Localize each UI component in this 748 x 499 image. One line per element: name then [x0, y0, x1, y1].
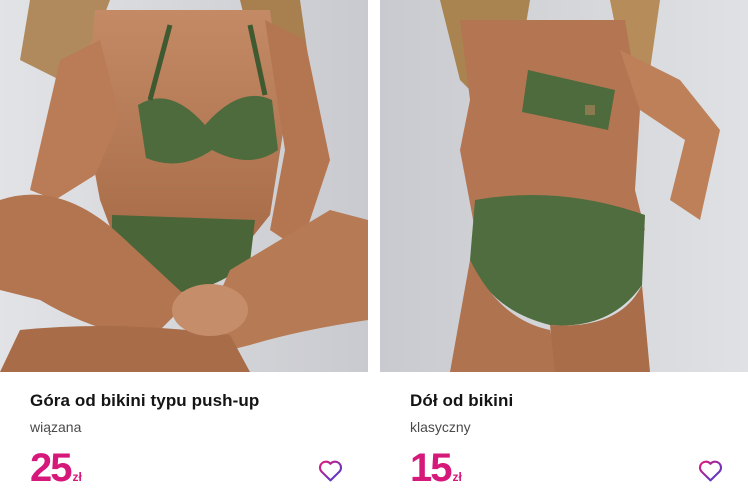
- product-subtitle: wiązana: [30, 419, 82, 435]
- product-subtitle: klasyczny: [410, 419, 471, 435]
- price-currency: zł: [452, 470, 462, 484]
- price-currency: zł: [72, 470, 82, 484]
- add-to-favorites-button[interactable]: [696, 456, 724, 484]
- heart-icon: [698, 460, 722, 481]
- product-photo-bikini-top[interactable]: [0, 0, 368, 372]
- heart-icon: [318, 460, 342, 481]
- price-amount: 15: [410, 446, 452, 490]
- product-photo-bikini-bottom[interactable]: [380, 0, 748, 372]
- product-title[interactable]: Góra od bikini typu push-up: [30, 391, 259, 411]
- product-card-bikini-top[interactable]: Góra od bikini typu push-up wiązana 25 zł: [0, 0, 368, 499]
- product-card-bikini-bottom[interactable]: Dół od bikini klasyczny 15 zł: [380, 0, 748, 499]
- product-price: 25 zł: [30, 444, 82, 494]
- price-amount: 25: [30, 446, 72, 490]
- add-to-favorites-button[interactable]: [316, 456, 344, 484]
- product-title[interactable]: Dół od bikini: [410, 391, 513, 411]
- product-price: 15 zł: [410, 444, 462, 494]
